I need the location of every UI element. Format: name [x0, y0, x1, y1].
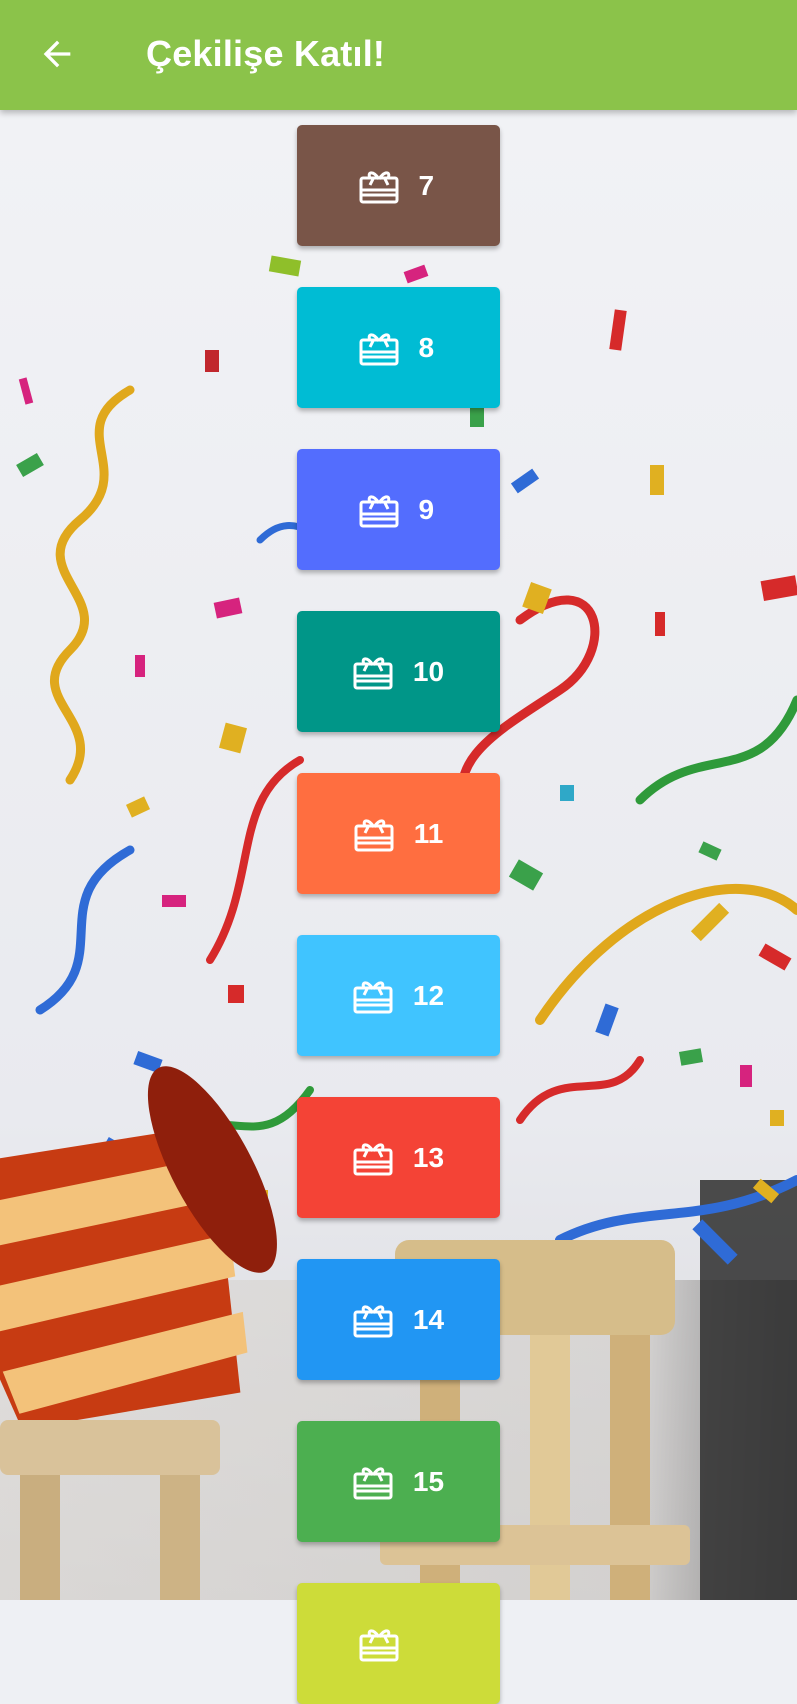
ticket-button-14[interactable]: 14 [297, 1259, 500, 1380]
ticket-button-8[interactable]: 8 [297, 287, 500, 408]
ticket-button-11[interactable]: 11 [297, 773, 500, 894]
ticket-number: 9 [418, 493, 435, 525]
gift-card-icon [353, 653, 395, 691]
gift-card-icon [353, 1463, 395, 1501]
gift-card-icon [353, 1139, 395, 1177]
ticket-number: 8 [418, 331, 435, 363]
ticket-button-10[interactable]: 10 [297, 611, 500, 732]
gift-card-icon [359, 329, 401, 367]
ticket-number: 7 [418, 169, 435, 201]
ticket-button-7[interactable]: 7 [297, 125, 500, 246]
back-button[interactable] [26, 23, 88, 85]
ticket-number: 12 [412, 979, 445, 1011]
ticket-number: 15 [412, 1465, 445, 1497]
gift-card-icon [353, 1301, 395, 1339]
ticket-number: 10 [412, 655, 445, 687]
arrow-left-icon [43, 40, 71, 68]
page-title: Çekilişe Katıl! [146, 33, 386, 74]
ticket-button-9[interactable]: 9 [297, 449, 500, 570]
ticket-button-13[interactable]: 13 [297, 1097, 500, 1218]
ticket-button-15[interactable]: 15 [297, 1421, 500, 1542]
ticket-number: 14 [412, 1303, 445, 1335]
app-bar: Çekilişe Katıl! [0, 0, 797, 110]
ticket-button-partial[interactable] [297, 1583, 500, 1704]
ticket-button-12[interactable]: 12 [297, 935, 500, 1056]
ticket-number: 11 [413, 817, 444, 849]
gift-card-icon [353, 977, 395, 1015]
gift-card-icon [359, 1625, 401, 1663]
gift-card-icon [359, 491, 401, 529]
gift-card-icon [359, 167, 401, 205]
ticket-number: 13 [412, 1141, 445, 1173]
gift-card-icon [354, 815, 396, 853]
